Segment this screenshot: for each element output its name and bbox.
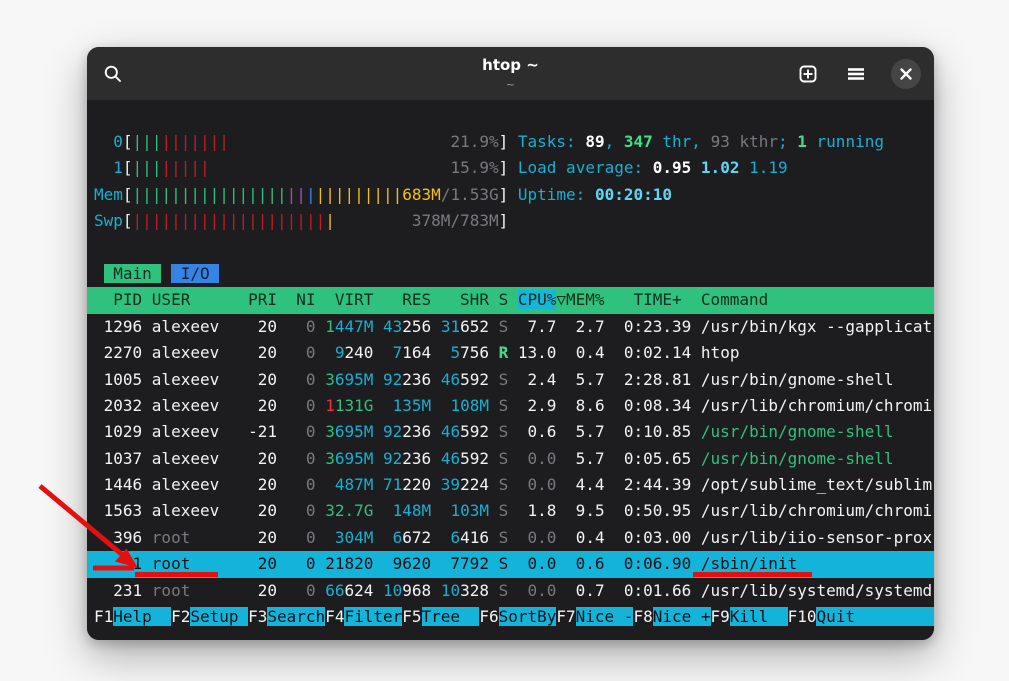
- hamburger-menu-icon: [846, 64, 866, 84]
- page-background: { "window": { "title": "htop ~", "subtit…: [0, 0, 1009, 681]
- window-title: htop ~: [482, 57, 539, 74]
- menu-button[interactable]: [843, 61, 869, 87]
- process-row-2032[interactable]: 2032 alexeev 20 0 1131G 135M 108M S 2.9 …: [94, 393, 927, 419]
- fkey-filter[interactable]: Filter: [344, 607, 402, 626]
- swap-meter-line: Swp[||||||||||||||||||||| 378M/783M]: [94, 208, 927, 234]
- blank-line: [94, 235, 927, 261]
- new-tab-button[interactable]: [795, 61, 821, 87]
- fkey-tree[interactable]: Tree: [422, 607, 480, 626]
- process-row-1563[interactable]: 1563 alexeev 20 0 32.7G 148M 103M S 1.8 …: [94, 498, 927, 524]
- screen-tabs-line: Main I/O: [94, 261, 927, 287]
- process-row-1029[interactable]: 1029 alexeev -21 0 3695M 92236 46592 S 0…: [94, 419, 927, 445]
- process-row-231[interactable]: 231 root 20 0 66624 10968 10328 S 0.0 0.…: [94, 578, 927, 604]
- fkey-sortby[interactable]: SortBy: [499, 607, 557, 626]
- fkey-search[interactable]: Search: [267, 607, 325, 626]
- search-icon: [103, 64, 123, 84]
- function-key-bar: F1Help F2Setup F3SearchF4FilterF5Tree F6…: [87, 604, 934, 630]
- fkey-setup[interactable]: Setup: [190, 607, 248, 626]
- tab-main[interactable]: Main: [104, 264, 162, 283]
- fkey-kill[interactable]: Kill: [730, 607, 788, 626]
- fkey-help[interactable]: Help: [113, 607, 171, 626]
- close-button[interactable]: [891, 59, 921, 89]
- new-tab-icon: [798, 64, 818, 84]
- console-window: htop ~ ~: [87, 47, 934, 640]
- process-row-1-selected[interactable]: 1 root 20 0 21820 9620 7792 S 0.0 0.6 0:…: [87, 551, 934, 577]
- fkey-quit[interactable]: Quit: [816, 607, 934, 626]
- process-row-1296[interactable]: 1296 alexeev 20 0 1447M 43256 31652 S 7.…: [94, 314, 927, 340]
- process-row-1037[interactable]: 1037 alexeev 20 0 3695M 92236 46592 S 0.…: [94, 446, 927, 472]
- process-row-1446[interactable]: 1446 alexeev 20 0 487M 71220 39224 S 0.0…: [94, 472, 927, 498]
- fkey-nice-plus[interactable]: Nice +: [653, 607, 711, 626]
- process-row-1005[interactable]: 1005 alexeev 20 0 3695M 92236 46592 S 2.…: [94, 367, 927, 393]
- htop-terminal: 0[|||||||||| 21.9%] Tasks: 89, 347 thr, …: [87, 100, 934, 640]
- window-subtitle: ~: [506, 78, 515, 91]
- fkey-nice-minus[interactable]: Nice -: [576, 607, 634, 626]
- close-icon: [899, 67, 913, 81]
- process-row-396[interactable]: 396 root 20 0 304M 6672 6416 S 0.0 0.4 0…: [94, 525, 927, 551]
- mem-meter-line: Mem[||||||||||||||||||||||||||||683M/1.5…: [94, 182, 927, 208]
- process-row-2270[interactable]: 2270 alexeev 20 0 9240 7164 5756 R 13.0 …: [94, 340, 927, 366]
- table-header-row[interactable]: PID USER PRI NI VIRT RES SHR S CPU%▽MEM%…: [87, 287, 934, 313]
- tab-io[interactable]: I/O: [171, 264, 219, 283]
- cpu1-meter-line: 1[|||||||| 15.9%] Load average: 0.95 1.0…: [94, 155, 927, 181]
- cpu0-meter-line: 0[|||||||||| 21.9%] Tasks: 89, 347 thr, …: [94, 129, 927, 155]
- titlebar: htop ~ ~: [87, 47, 934, 101]
- search-button[interactable]: [100, 61, 126, 87]
